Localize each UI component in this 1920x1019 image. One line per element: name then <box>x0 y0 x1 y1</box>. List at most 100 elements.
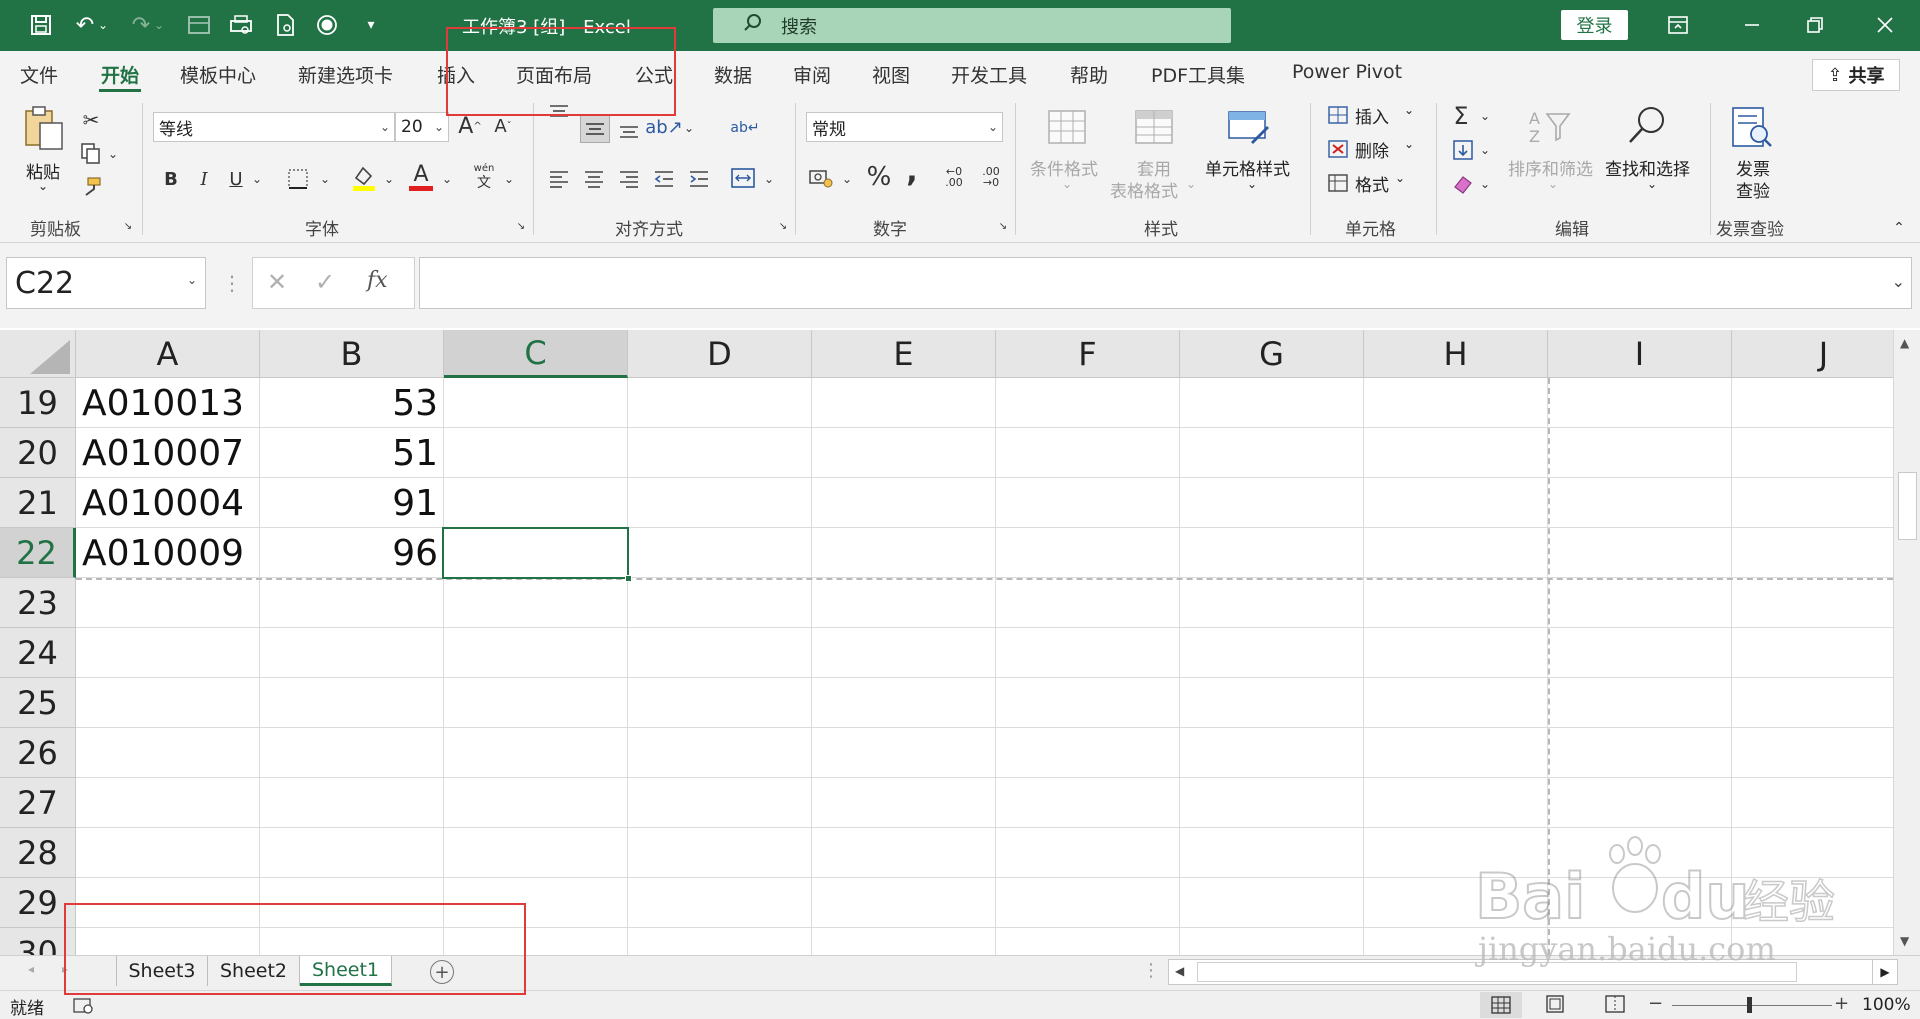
align-right-icon[interactable] <box>615 165 643 193</box>
scroll-right-icon[interactable]: ▶ <box>1872 959 1898 985</box>
fill-color-icon[interactable] <box>350 163 378 193</box>
tab-review[interactable]: 审阅 <box>793 61 831 88</box>
expand-formula-icon[interactable]: ⌄ <box>1892 272 1905 291</box>
underline-dropdown-icon[interactable]: ⌄ <box>250 169 264 189</box>
vertical-scrollbar[interactable]: ▲ ▼ <box>1893 330 1920 955</box>
find-select-dropdown-icon[interactable]: ⌄ <box>1647 177 1657 191</box>
save-icon[interactable] <box>26 10 56 40</box>
sort-filter-dropdown-icon[interactable]: ⌄ <box>1548 177 1558 191</box>
font-name-combo[interactable]: 等线 ⌄ <box>153 112 395 142</box>
select-all-button[interactable] <box>0 330 76 378</box>
number-launcher-icon[interactable]: ↘ <box>997 220 1009 232</box>
paste-dropdown-icon[interactable]: ⌄ <box>38 179 48 193</box>
fill-color-dropdown-icon[interactable]: ⌄ <box>382 169 396 189</box>
italic-button[interactable]: I <box>193 165 215 193</box>
font-size-combo[interactable]: 20 ⌄ <box>395 112 449 142</box>
delete-cells-label[interactable]: 删除 <box>1355 137 1389 162</box>
close-icon[interactable] <box>1865 10 1905 40</box>
login-button[interactable]: 登录 <box>1561 10 1628 40</box>
format-painter-icon[interactable] <box>78 175 104 201</box>
scroll-left-icon[interactable]: ◀ <box>1175 964 1184 978</box>
find-select-icon[interactable] <box>1624 103 1670 149</box>
font-color-dropdown-icon[interactable]: ⌄ <box>440 169 454 189</box>
copy-dropdown-icon[interactable]: ⌄ <box>106 145 120 163</box>
increase-font-icon[interactable]: A ^ <box>457 112 483 140</box>
font-color-icon[interactable]: A <box>408 161 434 193</box>
align-left-icon[interactable] <box>545 165 573 193</box>
tab-help[interactable]: 帮助 <box>1070 61 1108 88</box>
insert-cells-label[interactable]: 插入 <box>1355 103 1389 128</box>
sort-filter-icon[interactable]: AZ <box>1526 105 1572 149</box>
tab-template-center[interactable]: 模板中心 <box>180 61 256 88</box>
formula-input[interactable]: ⌄ <box>419 257 1912 309</box>
normal-view-icon[interactable] <box>1480 992 1522 1018</box>
decrease-font-icon[interactable]: Aˇ <box>490 112 516 140</box>
row-header-24[interactable]: 24 <box>0 628 76 678</box>
invoice-check-icon[interactable] <box>1728 105 1776 151</box>
row-header-23[interactable]: 23 <box>0 578 76 628</box>
tab-new-tab[interactable]: 新建选项卡 <box>298 61 393 88</box>
enter-icon[interactable]: ✓ <box>315 268 335 296</box>
zoom-level[interactable]: 100% <box>1862 995 1911 1015</box>
page-layout-view-icon[interactable] <box>1545 995 1567 1015</box>
comma-style-button[interactable]: , <box>900 154 924 189</box>
align-center-icon[interactable] <box>580 165 608 193</box>
percent-style-button[interactable]: % <box>864 161 894 193</box>
tab-splitter-icon[interactable]: ⋮ <box>1142 960 1160 981</box>
column-header-e[interactable]: E <box>812 330 996 378</box>
worksheet-grid[interactable]: ABCDEFGHIJ 19 20 21 22 23 24 25 26 27 28 29 30 A010… <box>0 330 1893 955</box>
zoom-slider[interactable] <box>1672 1005 1832 1006</box>
copy-icon[interactable] <box>78 141 104 167</box>
format-as-table-dropdown-icon[interactable]: ⌄ <box>1186 177 1196 191</box>
phonetic-dropdown-icon[interactable]: ⌄ <box>502 169 516 189</box>
phonetic-guide-icon[interactable]: wén 文 <box>470 161 498 193</box>
clipboard-launcher-icon[interactable]: ↘ <box>122 220 134 232</box>
share-button[interactable]: ⇪ 共享 <box>1812 59 1900 91</box>
merge-dropdown-icon[interactable]: ⌄ <box>762 169 776 189</box>
conditional-formatting-dropdown-icon[interactable]: ⌄ <box>1062 177 1072 191</box>
print-preview-icon[interactable] <box>226 10 256 40</box>
format-as-table-icon[interactable] <box>1131 107 1177 147</box>
tab-file[interactable]: 文件 <box>20 61 58 88</box>
column-header-g[interactable]: G <box>1180 330 1364 378</box>
cell-a20[interactable]: A010007 <box>82 428 256 478</box>
cell-a19[interactable]: A010013 <box>82 378 256 428</box>
sheet-scroll-left-icon[interactable]: ◂ <box>28 962 34 976</box>
record-icon[interactable] <box>312 10 342 40</box>
merge-center-icon[interactable] <box>728 163 758 193</box>
row-header-19[interactable]: 19 <box>0 378 76 428</box>
row-header-22[interactable]: 22 <box>0 528 76 578</box>
row-header-27[interactable]: 27 <box>0 778 76 828</box>
border-icon[interactable] <box>285 165 311 193</box>
decrease-decimal-icon[interactable]: .00 →0 <box>975 161 1007 193</box>
macro-record-icon[interactable] <box>72 995 94 1015</box>
decrease-indent-icon[interactable] <box>650 165 678 193</box>
cell-b22[interactable]: 96 <box>260 528 438 578</box>
fill-icon[interactable] <box>1450 137 1476 163</box>
cancel-icon[interactable]: ✕ <box>267 268 287 296</box>
cut-icon[interactable]: ✂ <box>78 107 104 133</box>
tab-view[interactable]: 视图 <box>872 61 910 88</box>
column-header-d[interactable]: D <box>628 330 812 378</box>
invoice-check-label-2[interactable]: 查验 <box>1736 177 1770 202</box>
column-header-a[interactable]: A <box>76 330 260 378</box>
page-break-view-icon[interactable] <box>1605 995 1627 1015</box>
minimize-icon[interactable] <box>1732 10 1772 40</box>
redo-dropdown-icon[interactable]: ⌄ <box>152 10 166 40</box>
autosum-icon[interactable]: Σ <box>1448 102 1474 130</box>
cell-b19[interactable]: 53 <box>260 378 438 428</box>
accounting-dropdown-icon[interactable]: ⌄ <box>840 169 854 189</box>
increase-indent-icon[interactable] <box>685 165 713 193</box>
cell-a22[interactable]: A010009 <box>82 528 256 578</box>
customize-quick-access-icon[interactable]: ▾ <box>356 10 386 40</box>
delete-cells-icon[interactable] <box>1326 137 1350 161</box>
orientation-dropdown-icon[interactable]: ⌄ <box>682 119 696 137</box>
column-header-i[interactable]: I <box>1548 330 1732 378</box>
row-header-28[interactable]: 28 <box>0 828 76 878</box>
tab-developer[interactable]: 开发工具 <box>951 61 1027 88</box>
accounting-format-icon[interactable] <box>806 163 836 193</box>
alignment-launcher-icon[interactable]: ↘ <box>777 220 789 232</box>
wrap-text-icon[interactable]: ab↵ <box>730 113 760 143</box>
fill-dropdown-icon[interactable]: ⌄ <box>1478 141 1492 159</box>
fill-handle[interactable] <box>625 575 632 582</box>
